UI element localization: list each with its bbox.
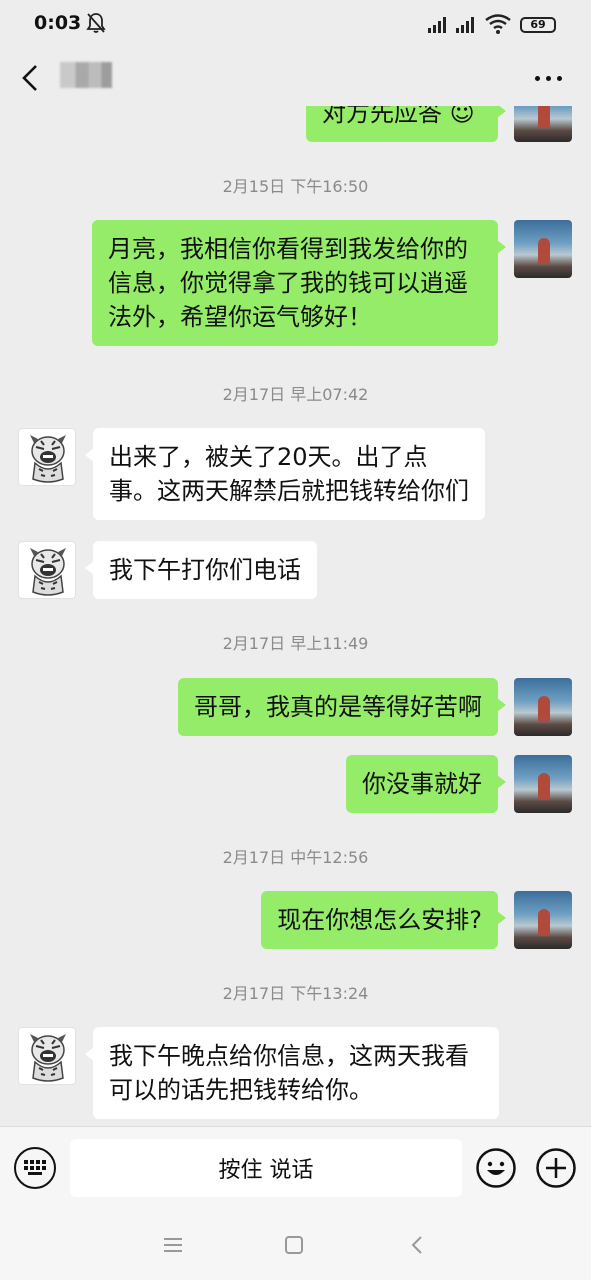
my-avatar[interactable] (514, 755, 572, 813)
tiger-avatar-icon (30, 1034, 66, 1082)
emoji-icon[interactable] (475, 1147, 517, 1189)
message-list[interactable]: 对方先应答 ☺ 2月15日 下午16:50 月亮，我相信你看得到我发给你的信息，… (0, 106, 591, 1126)
message-bubble[interactable]: 现在你想怎么安排? (261, 891, 506, 949)
contact-name: •• (60, 62, 112, 88)
tiger-avatar-icon (30, 435, 66, 483)
timestamp: 2月17日 早上07:42 (222, 385, 369, 404)
message-bubble[interactable]: 月亮，我相信你看得到我发给你的信息，你觉得拿了我的钱可以逍遥法外，希望你运气够好… (92, 220, 506, 346)
nav-back-icon[interactable] (405, 1232, 431, 1258)
system-nav-bar (0, 1210, 591, 1280)
signal-icon (428, 17, 446, 33)
back-icon[interactable] (14, 58, 48, 98)
my-avatar[interactable] (514, 106, 572, 142)
keyboard-icon[interactable] (14, 1147, 56, 1189)
message-bubble[interactable]: 我下午晚点给你信息，这两天我看可以的话先把钱转给你。 (85, 1027, 499, 1119)
keyboard-glyph (24, 1160, 46, 1175)
chat-header: •• (0, 50, 591, 106)
mute-bell-icon (86, 13, 106, 33)
status-bar: 0:03 69 (0, 0, 591, 50)
menu-icon[interactable] (160, 1232, 186, 1258)
timestamp: 2月15日 下午16:50 (222, 177, 369, 196)
message-bubble[interactable]: 对方先应答 ☺ (306, 106, 506, 142)
my-avatar[interactable] (514, 678, 572, 736)
timestamp: 2月17日 中午12:56 (222, 848, 369, 867)
wifi-icon (485, 14, 511, 34)
home-icon[interactable] (281, 1232, 307, 1258)
timestamp: 2月17日 下午13:24 (222, 984, 369, 1003)
timestamp: 2月17日 早上11:49 (222, 634, 369, 653)
hold-to-talk-button[interactable]: 按住 说话 (70, 1139, 462, 1197)
message-bubble[interactable]: 哥哥，我真的是等得好苦啊 (178, 678, 506, 736)
tiger-avatar-icon (30, 548, 66, 596)
signal-icon (456, 17, 474, 33)
plus-icon[interactable] (535, 1147, 577, 1189)
message-bubble[interactable]: 你没事就好 (346, 755, 506, 813)
my-avatar[interactable] (514, 891, 572, 949)
more-icon[interactable] (528, 68, 568, 88)
my-avatar[interactable] (514, 220, 572, 278)
input-bar: 按住 说话 (0, 1126, 591, 1210)
contact-avatar[interactable] (18, 428, 76, 486)
contact-avatar[interactable] (18, 541, 76, 599)
status-time: 0:03 (34, 12, 82, 34)
message-bubble[interactable]: 我下午打你们电话 (85, 541, 317, 599)
message-bubble[interactable]: 出来了，被关了20天。出了点事。这两天解禁后就把钱转给你们 (85, 428, 485, 520)
contact-avatar[interactable] (18, 1027, 76, 1085)
battery-indicator: 69 (520, 17, 556, 33)
